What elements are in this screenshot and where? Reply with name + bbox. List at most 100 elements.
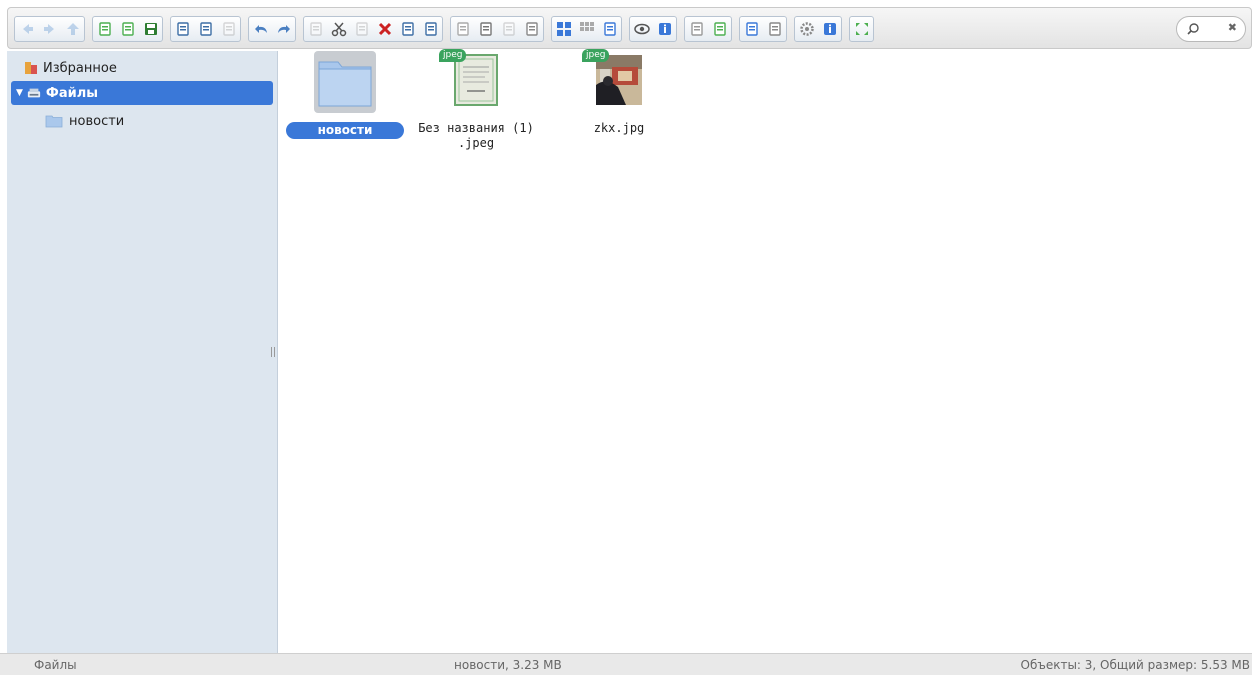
new-file-icon (121, 22, 134, 36)
view-list-icon (603, 22, 616, 36)
back-icon (22, 24, 33, 34)
archive-button[interactable] (520, 17, 543, 41)
folder-large-icon (318, 61, 372, 107)
save-button[interactable] (139, 17, 162, 41)
delete-button[interactable] (373, 17, 396, 41)
tree-item-favorites[interactable]: Избранное (11, 56, 273, 80)
view-list-button[interactable] (598, 17, 621, 41)
rename-button[interactable] (451, 17, 474, 41)
file-item-folder[interactable]: новости (280, 51, 410, 139)
reload-icon (98, 22, 111, 36)
back-button[interactable] (15, 17, 38, 41)
file-type-badge: jpeg (582, 49, 610, 62)
copy-button[interactable] (304, 17, 327, 41)
view-icons-icon (556, 22, 571, 36)
toolbar-group (629, 16, 677, 42)
toolbar-group (92, 16, 163, 42)
toolbar-group (450, 16, 544, 42)
info-button[interactable] (653, 17, 676, 41)
duplicate-button[interactable] (419, 17, 442, 41)
empty-icon (401, 22, 414, 36)
image-thumbnail: jpeg (582, 49, 650, 113)
cut-button[interactable] (327, 17, 350, 41)
redo-icon (277, 25, 290, 33)
compress-icon (713, 22, 726, 36)
folder-icon (45, 115, 63, 128)
file-view: новости jpeg Без названия (1) .jpeg jpeg… (279, 49, 1252, 653)
edit-button[interactable] (474, 17, 497, 41)
extract-button[interactable] (685, 17, 708, 41)
download-icon (199, 22, 212, 36)
tree-item-novosti[interactable]: новости (11, 109, 273, 133)
undo-icon (254, 25, 267, 33)
sidebar: Избранное ▼ Файлы новости (7, 51, 278, 653)
sort-icon (745, 22, 758, 36)
folder-thumbnail (314, 51, 376, 113)
status-summary: Объекты: 3, Общий размер: 5.53 MB (1020, 658, 1250, 672)
fullscreen-button[interactable] (850, 17, 873, 41)
cut-icon (331, 22, 346, 37)
view-small-icon (579, 22, 594, 31)
file-name: новости (285, 122, 405, 139)
open-button[interactable] (171, 17, 194, 41)
search-box[interactable]: ✖ (1176, 16, 1246, 42)
file-name-line2: .jpeg (457, 136, 495, 150)
favorites-icon (25, 62, 37, 74)
resize-button[interactable] (497, 17, 520, 41)
status-path: Файлы (34, 658, 77, 672)
new-file-button[interactable] (116, 17, 139, 41)
fullscreen-icon (855, 23, 868, 35)
file-name-line1: Без названия (1) (418, 121, 534, 135)
info-icon (658, 23, 671, 35)
preview-button[interactable] (630, 17, 653, 41)
expand-arrow-icon[interactable]: ▼ (16, 88, 23, 98)
help-button[interactable] (818, 17, 841, 41)
sort-button[interactable] (740, 17, 763, 41)
clear-search-icon[interactable]: ✖ (1228, 21, 1237, 34)
empty-button[interactable] (396, 17, 419, 41)
file-item-image[interactable]: jpeg Без названия (1) .jpeg (411, 49, 541, 151)
toolbar: ✖ (7, 7, 1252, 49)
toolbar-group (248, 16, 296, 42)
file-item-image[interactable]: jpeg zkx.jpg (554, 49, 684, 136)
file-name: zkx.jpg (593, 121, 645, 135)
resize-icon (502, 22, 515, 36)
file-type-badge: jpeg (439, 49, 467, 62)
sidebar-resize-handle[interactable] (271, 347, 275, 357)
settings-button[interactable] (795, 17, 818, 41)
toolbar-group (739, 16, 787, 42)
tree-item-files[interactable]: ▼ Файлы (11, 81, 273, 105)
select-button[interactable] (217, 17, 240, 41)
toolbar-group (849, 16, 874, 42)
up-button[interactable] (61, 17, 84, 41)
files-label: Файлы (45, 85, 98, 101)
select-icon (222, 22, 235, 36)
edit-icon (479, 22, 492, 36)
undo-button[interactable] (249, 17, 272, 41)
places-button[interactable] (763, 17, 786, 41)
view-small-button[interactable] (575, 17, 598, 41)
view-icons-button[interactable] (552, 17, 575, 41)
reload-button[interactable] (93, 17, 116, 41)
paste-button[interactable] (350, 17, 373, 41)
paste-icon (355, 22, 368, 36)
toolbar-group (170, 16, 241, 42)
copy-icon (309, 22, 322, 36)
folder-label: новости (69, 113, 125, 129)
redo-button[interactable] (272, 17, 295, 41)
rename-icon (456, 22, 469, 36)
drive-icon (27, 88, 41, 98)
places-icon (768, 22, 781, 36)
toolbar-group (14, 16, 85, 42)
search-input[interactable] (1203, 21, 1229, 37)
forward-button[interactable] (38, 17, 61, 41)
image-thumbnail: jpeg (439, 49, 507, 113)
save-icon (144, 23, 157, 35)
favorites-label: Избранное (43, 60, 117, 76)
search-icon (1187, 23, 1199, 35)
download-button[interactable] (194, 17, 217, 41)
settings-icon (799, 22, 814, 36)
toolbar-group (303, 16, 443, 42)
compress-button[interactable] (708, 17, 731, 41)
status-selection: новости, 3.23 MB (454, 658, 562, 672)
